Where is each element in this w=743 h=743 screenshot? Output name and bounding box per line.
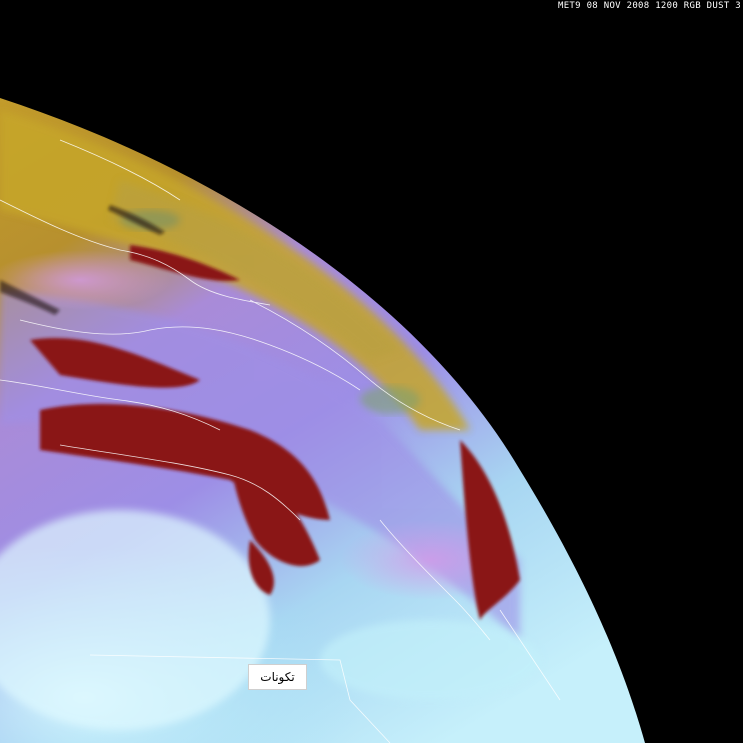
annotation-label: تكونات [248, 664, 307, 690]
satellite-image: MET9 08 NOV 2008 1200 RGB DUST 3 تكونات [0, 0, 743, 743]
image-header-text: MET9 08 NOV 2008 1200 RGB DUST 3 [558, 1, 741, 11]
earth-disk [0, 98, 645, 743]
